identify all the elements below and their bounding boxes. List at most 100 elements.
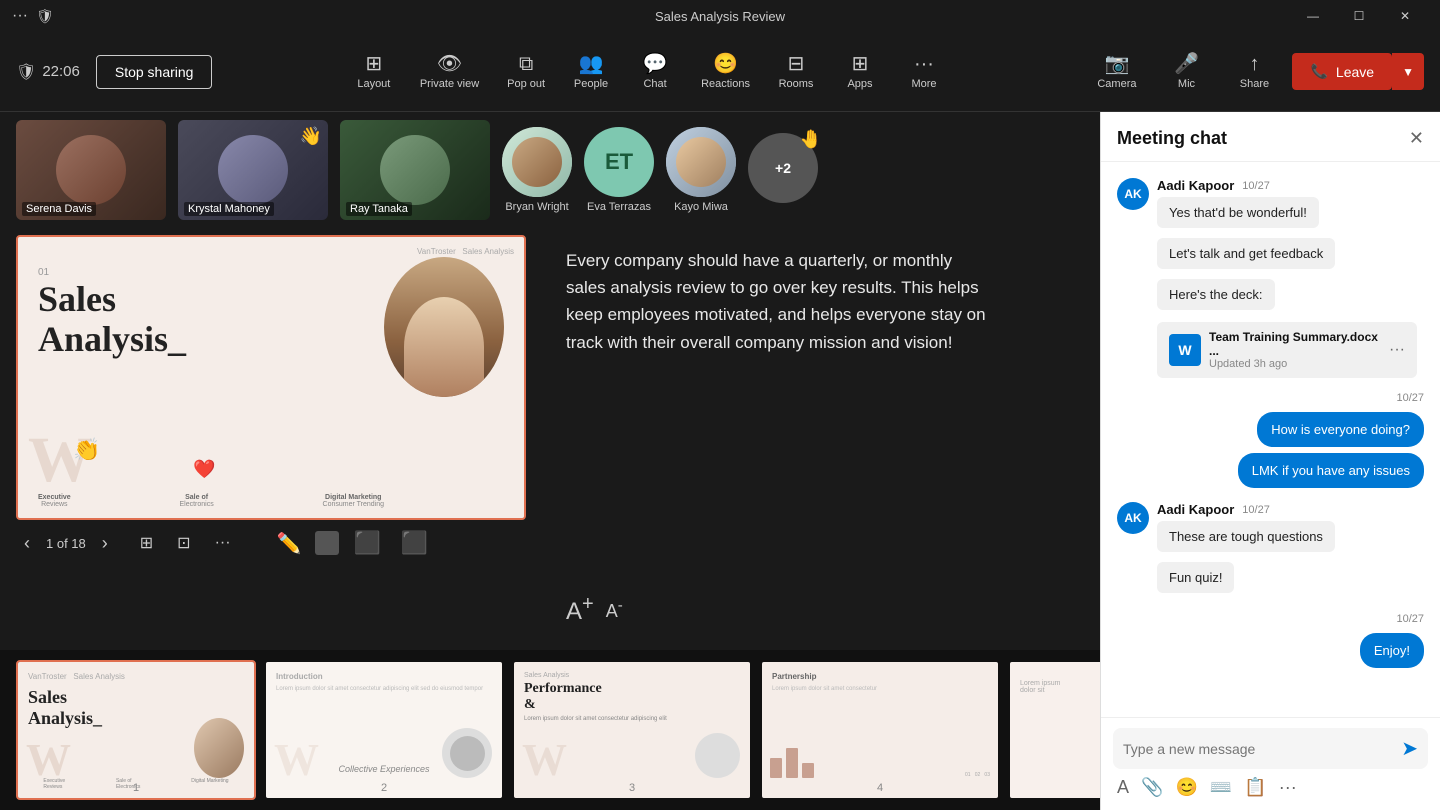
avatar-circle-kayo — [666, 127, 736, 197]
msg-file-1[interactable]: W Team Training Summary.docx ... Updated… — [1157, 322, 1417, 378]
thumb-num-2: 2 — [381, 782, 387, 794]
slide-header-row: VanTroster Sales Analysis — [417, 247, 514, 256]
more-button[interactable]: ··· More — [894, 48, 954, 96]
emoji-button[interactable]: 😊 — [1171, 775, 1201, 800]
apps-button[interactable]: ⊞ Apps — [830, 48, 890, 96]
nav-more-button[interactable]: ··· — [207, 530, 239, 556]
leave-button[interactable]: 📞 Leave — [1292, 53, 1392, 90]
participant-avatar-eva: ET Eva Terrazas — [584, 127, 654, 213]
more-icon: ··· — [914, 54, 934, 74]
slide-main: VanTroster Sales Analysis 01 Sales Analy… — [0, 227, 550, 650]
more-tools-button[interactable]: ··· — [1275, 775, 1301, 800]
minimize-button[interactable]: — — [1290, 0, 1336, 32]
reactions-icon: 😊 — [713, 54, 738, 74]
increase-text-button[interactable]: A+ — [566, 593, 594, 626]
message-body-1: Aadi Kapoor 10/27 Yes that'd be wonderfu… — [1157, 178, 1424, 378]
prev-slide-button[interactable]: ‹ — [16, 529, 38, 558]
maximize-button[interactable]: ☐ — [1336, 0, 1382, 32]
sent-group-2: 10/27 Enjoy! — [1117, 613, 1424, 668]
avatar-circle-bryan — [502, 127, 572, 197]
chat-tools: A 📎 😊 ⌨️ 📋 ··· — [1113, 769, 1428, 800]
message-body-2: Aadi Kapoor 10/27 These are tough questi… — [1157, 502, 1424, 599]
toolbar-right: 📷 Camera 🎤 Mic ↑ Share 📞 Leave ▼ — [1085, 48, 1424, 96]
popout-icon: ⧉ — [519, 54, 533, 74]
sent-time-1: 10/27 — [1396, 392, 1424, 404]
msg-bubble-2a: These are tough questions — [1157, 521, 1335, 552]
message-row-1: AK Aadi Kapoor 10/27 Yes that'd be wonde… — [1117, 178, 1424, 378]
chat-label: Chat — [643, 78, 666, 90]
thumbnail-3[interactable]: Sales Analysis Performance& Lorem ipsum … — [512, 660, 752, 800]
participant-video-serena: Serena Davis — [16, 120, 166, 220]
chat-close-button[interactable]: ✕ — [1409, 128, 1424, 149]
thumbnail-1[interactable]: VanTroster Sales Analysis SalesAnalysis_… — [16, 660, 256, 800]
grid-view-button[interactable]: ⊞ — [132, 529, 161, 557]
chat-panel: Meeting chat ✕ AK Aadi Kapoor 10/27 Yes … — [1100, 112, 1440, 810]
thumbnail-4[interactable]: Partnership Lorem ipsum dolor sit amet c… — [760, 660, 1000, 800]
message-row-2: AK Aadi Kapoor 10/27 These are tough que… — [1117, 502, 1424, 599]
toolbar-left: 🛡 22:06 Stop sharing — [16, 55, 212, 89]
gif-button[interactable]: ⌨️ — [1206, 775, 1236, 800]
reactions-button[interactable]: 😊 Reactions — [689, 48, 762, 96]
close-button[interactable]: ✕ — [1382, 0, 1428, 32]
left-area: Serena Davis 👋 Krystal Mahoney Ray Tanak… — [0, 112, 1100, 810]
leave-dropdown-button[interactable]: ▼ — [1392, 53, 1424, 90]
chat-button[interactable]: 💬 Chat — [625, 48, 685, 96]
slide-title-line2: Analysis — [38, 319, 168, 359]
people-icon: 👥 — [579, 54, 604, 74]
camera-label: Camera — [1097, 78, 1136, 90]
chat-header: Meeting chat ✕ — [1101, 112, 1440, 162]
camera-button[interactable]: 📷 Camera — [1085, 48, 1148, 96]
pen-tool-button[interactable]: ✏️ — [271, 527, 308, 560]
decrease-text-button[interactable]: A- — [606, 597, 623, 622]
thumb-num-3: 3 — [629, 782, 635, 794]
shield-icon: 🛡 — [36, 8, 54, 25]
format-text-button[interactable]: A — [1113, 775, 1133, 800]
slide-description-area: Every company should have a quarterly, o… — [550, 227, 1100, 650]
file-more-button[interactable]: ··· — [1389, 341, 1405, 359]
plus-count: +2 — [775, 160, 791, 176]
slide-frame: VanTroster Sales Analysis 01 Sales Analy… — [16, 235, 526, 520]
menu-dots[interactable]: ··· — [12, 7, 28, 25]
chat-title: Meeting chat — [1117, 128, 1227, 149]
thumbnail-2[interactable]: Introduction Lorem ipsum dolor sit amet … — [264, 660, 504, 800]
msg-bubble-1a: Yes that'd be wonderful! — [1157, 197, 1319, 228]
participant-video-ray: Ray Tanaka — [340, 120, 490, 220]
stop-sharing-button[interactable]: Stop sharing — [96, 55, 213, 89]
people-button[interactable]: 👥 People — [561, 48, 621, 96]
chat-message-input[interactable] — [1123, 741, 1397, 757]
next-slide-button[interactable]: › — [94, 529, 116, 558]
chat-messages: AK Aadi Kapoor 10/27 Yes that'd be wonde… — [1101, 162, 1440, 717]
share-button[interactable]: ↑ Share — [1224, 48, 1284, 96]
sender-name-2: Aadi Kapoor — [1157, 502, 1234, 517]
marker-tool-button[interactable]: ⬛ — [395, 526, 434, 560]
layout-button[interactable]: ⊞ Layout — [344, 48, 404, 96]
participant-avatar-kayo: Kayo Miwa — [666, 127, 736, 213]
avatar-aadi-2: AK — [1117, 502, 1149, 534]
share-label: Share — [1240, 78, 1269, 90]
participant-avatar-plus[interactable]: 🤚 +2 — [748, 133, 818, 207]
thumbnail-5[interactable]: Fabrikam -VanArsdel Lorem ipsumdolor sit… — [1008, 660, 1100, 800]
participant-avatar-bryan: Bryan Wright — [502, 127, 572, 213]
fit-view-button[interactable]: ⊡ — [169, 529, 198, 557]
msg-bubble-1b: Let's talk and get feedback — [1157, 238, 1335, 269]
sent-bubble-1a: How is everyone doing? — [1257, 412, 1424, 447]
thumb-bg-1: VanTroster Sales Analysis SalesAnalysis_… — [18, 662, 254, 798]
popout-button[interactable]: ⧉ Pop out — [495, 48, 557, 96]
more-label: More — [911, 78, 936, 90]
text-size-controls: A+ A- — [566, 585, 1084, 630]
rooms-button[interactable]: ⊟ Rooms — [766, 48, 826, 96]
eraser-tool-button[interactable] — [315, 531, 339, 555]
attach-file-button[interactable]: 📎 — [1137, 775, 1167, 800]
mic-button[interactable]: 🎤 Mic — [1156, 48, 1216, 96]
sender-name-1: Aadi Kapoor — [1157, 178, 1234, 193]
send-message-button[interactable]: ➤ — [1401, 736, 1418, 761]
private-view-button[interactable]: 👁 Private view — [408, 48, 491, 96]
highlight-tool-button[interactable]: ⬛ — [347, 526, 386, 560]
file-icon: W — [1169, 334, 1201, 366]
share-icon: ↑ — [1249, 54, 1259, 74]
private-view-label: Private view — [420, 78, 479, 90]
sticker-button[interactable]: 📋 — [1240, 775, 1270, 800]
thumb-num-4: 4 — [877, 782, 883, 794]
footer-item-2: Sale of Electronics — [179, 494, 213, 508]
titlebar-left: ··· 🛡 — [12, 7, 54, 25]
